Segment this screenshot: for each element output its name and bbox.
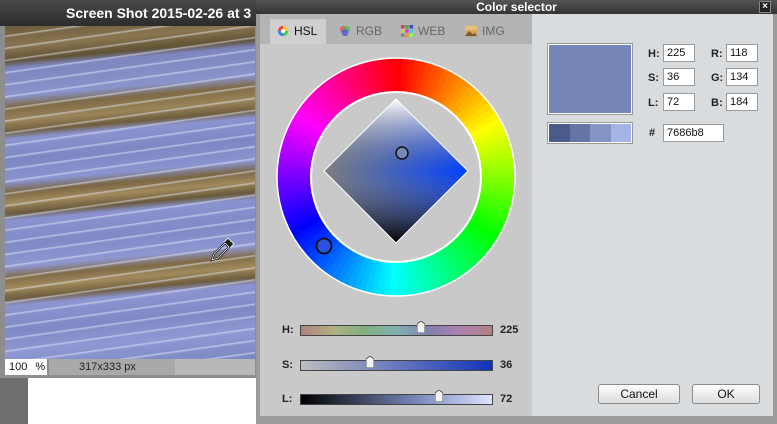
s-slider[interactable] [300, 356, 493, 371]
hsl-panel: H: 225 S: 36 L: 72 [260, 44, 532, 416]
image-dimensions: 317x333 px [49, 359, 175, 375]
shade-swatch[interactable] [610, 124, 631, 142]
image-window: Screen Shot 2015-02-26 at 3 100% 317x333… [0, 0, 260, 424]
h-field[interactable]: 225 [663, 44, 695, 62]
hue-marker[interactable] [315, 237, 333, 255]
h-slider-label: H: [282, 324, 294, 336]
h-field-label: H: [648, 48, 660, 60]
values-panel: H: 225 S: 36 L: 72 R: 118 G: 134 B: 184 … [532, 14, 773, 416]
shade-swatch[interactable] [590, 124, 611, 142]
color-wheel-icon [277, 25, 289, 37]
hex-field-label: # [649, 127, 656, 139]
color-selector-dialog: Color selector × HSL RGB WEB IMG H: 225 … [256, 0, 777, 424]
web-palette-icon [401, 25, 413, 37]
shade-swatch[interactable] [549, 124, 570, 142]
close-button[interactable]: × [759, 1, 771, 13]
color-preview-swatch [547, 43, 633, 115]
hex-field[interactable]: 7686b8 [663, 124, 724, 142]
image-icon [465, 25, 477, 37]
tab-rgb-label: RGB [356, 24, 383, 38]
b-field-label: B: [711, 97, 723, 109]
b-field[interactable]: 184 [726, 93, 758, 111]
rgb-circles-icon [339, 25, 351, 37]
shade-swatch[interactable] [569, 124, 590, 142]
tab-img[interactable]: IMG [464, 19, 519, 44]
zoom-value: 100 [9, 361, 28, 373]
s-slider-thumb[interactable] [366, 356, 374, 368]
zoom-input[interactable]: 100% [5, 359, 47, 375]
l-slider[interactable] [300, 390, 493, 405]
status-bar-filler [175, 359, 255, 375]
dialog-title: Color selector [476, 0, 557, 14]
blank-canvas-area [28, 378, 260, 424]
l-field[interactable]: 72 [663, 93, 695, 111]
tab-bar: HSL RGB WEB IMG [260, 14, 532, 44]
window-edge [0, 378, 28, 424]
r-field[interactable]: 118 [726, 44, 758, 62]
tab-hsl[interactable]: HSL [270, 19, 326, 44]
image-canvas[interactable] [5, 26, 255, 359]
h-slider-thumb[interactable] [417, 321, 425, 333]
dialog-titlebar: Color selector × [256, 0, 777, 14]
sl-marker[interactable] [395, 146, 409, 160]
eyedropper-icon [210, 237, 235, 262]
zoom-unit: % [35, 361, 46, 373]
s-slider-label: S: [282, 359, 293, 371]
tab-web[interactable]: WEB [400, 19, 455, 44]
l-slider-thumb[interactable] [435, 390, 443, 402]
tab-img-label: IMG [482, 24, 505, 38]
tab-rgb[interactable]: RGB [338, 19, 393, 44]
g-field-label: G: [711, 72, 724, 84]
hue-wheel[interactable] [276, 57, 516, 297]
h-slider-value: 225 [500, 324, 519, 336]
tab-web-label: WEB [418, 24, 446, 38]
l-slider-label: L: [282, 393, 293, 405]
s-slider-value: 36 [500, 359, 513, 371]
h-slider[interactable] [300, 321, 493, 336]
image-window-title: Screen Shot 2015-02-26 at 3 [0, 0, 260, 26]
g-field[interactable]: 134 [726, 68, 758, 86]
color-shades [547, 122, 633, 144]
tab-hsl-label: HSL [294, 24, 318, 38]
l-field-label: L: [648, 97, 659, 109]
s-field-label: S: [648, 72, 659, 84]
ok-button[interactable]: OK [692, 384, 760, 404]
l-slider-value: 72 [500, 393, 513, 405]
r-field-label: R: [711, 48, 723, 60]
cancel-button[interactable]: Cancel [598, 384, 680, 404]
s-field[interactable]: 36 [663, 68, 695, 86]
dialog-body: HSL RGB WEB IMG H: 225 S: 36 L: 72 H: 22… [260, 14, 773, 416]
